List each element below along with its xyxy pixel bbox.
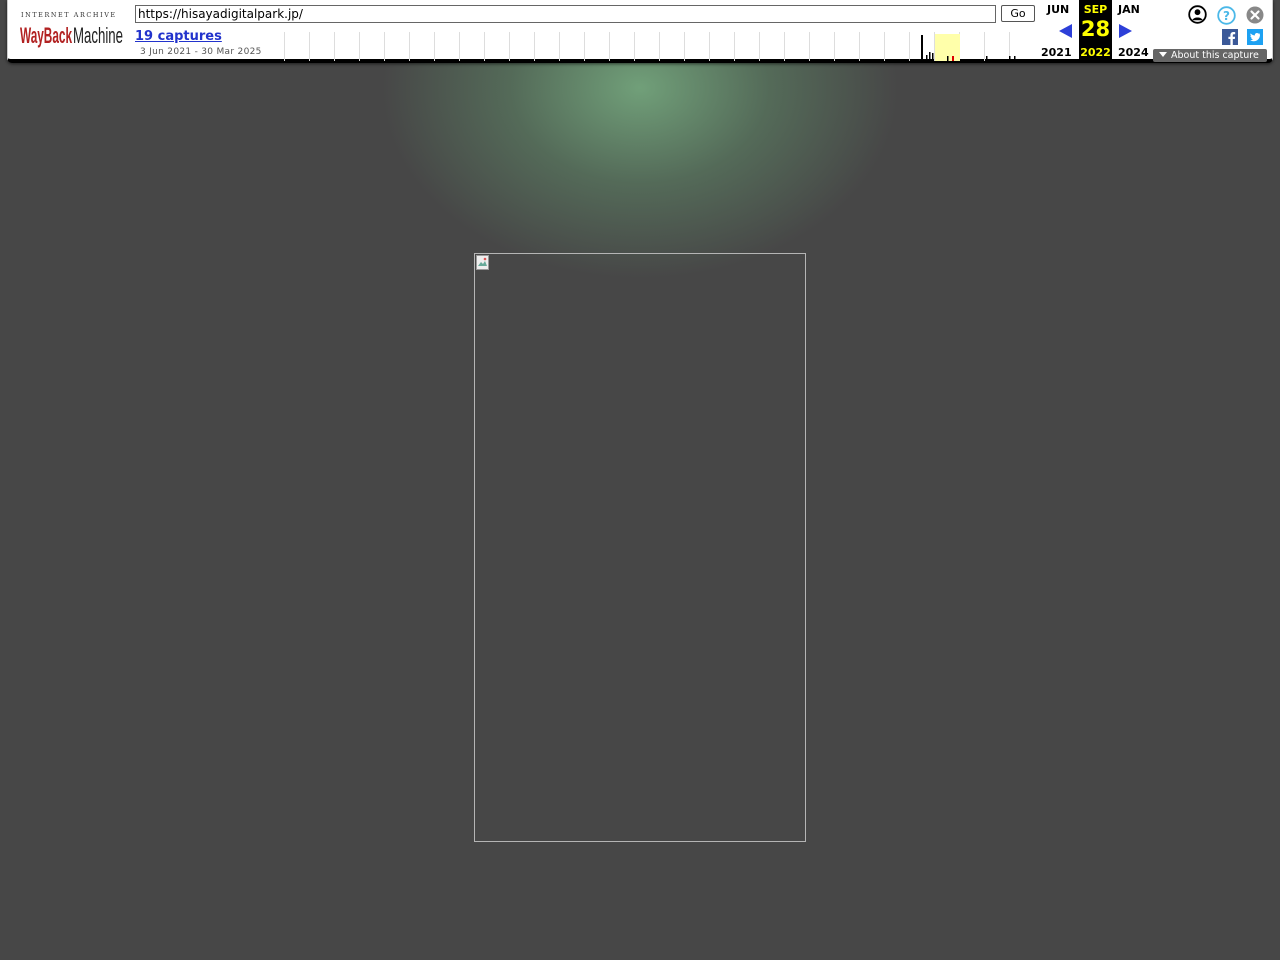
prev-year-label[interactable]: 2021 [1041, 46, 1072, 59]
wayback-logo[interactable]: INTERNET ARCHIVE WayBack Machine [20, 10, 124, 50]
chevron-down-icon [1159, 52, 1167, 57]
svg-text:?: ? [1223, 9, 1230, 23]
next-month-label[interactable]: JAN [1118, 3, 1140, 16]
spotlight-glow [380, 40, 900, 280]
facebook-icon[interactable] [1222, 29, 1238, 45]
broken-image-icon [476, 255, 489, 270]
capture-sparkline[interactable] [280, 32, 1032, 61]
capture-date-range: 3 Jun 2021 - 30 Mar 2025 [140, 47, 262, 57]
current-day: 28 [1080, 17, 1111, 41]
captures-link[interactable]: 19 captures [135, 29, 222, 44]
about-capture-button[interactable]: About this capture [1153, 49, 1267, 62]
current-year: 2022 [1080, 46, 1111, 59]
wayback-toolbar: INTERNET ARCHIVE WayBack Machine https:/… [7, 0, 1273, 63]
logo-top-text: INTERNET ARCHIVE [21, 11, 117, 19]
prev-month-label[interactable]: JUN [1047, 3, 1069, 16]
prev-capture-arrow-icon[interactable] [1059, 24, 1072, 38]
go-button[interactable]: Go [1001, 5, 1035, 22]
twitter-icon[interactable] [1247, 29, 1263, 45]
main-image-placeholder [474, 253, 806, 842]
current-capture-tick [952, 56, 954, 61]
about-capture-label: About this capture [1171, 50, 1259, 61]
user-icon[interactable] [1188, 5, 1207, 24]
current-capture-date: SEP 28 2022 [1079, 0, 1112, 63]
wayback-brand-logo: WayBack Machine [20, 23, 123, 48]
url-input[interactable]: https://hisayadigitalpark.jp/ [135, 5, 996, 23]
current-month: SEP [1083, 3, 1108, 16]
close-icon[interactable] [1246, 6, 1264, 24]
help-icon[interactable]: ? [1217, 6, 1236, 25]
next-capture-arrow-icon[interactable] [1119, 24, 1132, 38]
next-year-label[interactable]: 2024 [1118, 46, 1149, 59]
svg-text:Machine: Machine [73, 23, 123, 48]
svg-text:WayBack: WayBack [20, 23, 72, 48]
